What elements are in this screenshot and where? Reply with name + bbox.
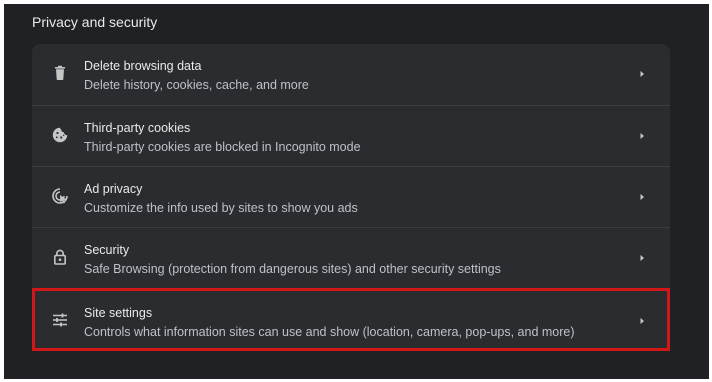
row-title: Delete browsing data	[84, 59, 202, 73]
row-subtitle: Third-party cookies are blocked in Incog…	[84, 140, 361, 154]
tune-icon	[51, 311, 69, 329]
row-title: Security	[84, 243, 130, 257]
ad-privacy-icon	[51, 187, 69, 205]
site-settings-row[interactable]: Site settings Controls what information …	[32, 288, 670, 350]
third-party-cookies-row[interactable]: Third-party cookies Third-party cookies …	[32, 105, 670, 165]
row-subtitle: Safe Browsing (protection from dangerous…	[84, 262, 501, 276]
row-title: Site settings	[84, 306, 153, 320]
row-title: Third-party cookies	[84, 121, 191, 135]
ad-privacy-row[interactable]: Ad privacy Customize the info used by si…	[32, 166, 670, 226]
row-subtitle: Controls what information sites can use …	[84, 325, 575, 339]
chevron-right-icon	[637, 130, 647, 142]
trash-icon	[51, 64, 69, 82]
privacy-security-panel: Privacy and security Delete browsing dat…	[4, 4, 709, 379]
cookie-icon	[51, 126, 69, 144]
section-title: Privacy and security	[32, 14, 158, 30]
row-subtitle: Customize the info used by sites to show…	[84, 201, 358, 215]
chevron-right-icon	[637, 315, 647, 327]
row-title: Ad privacy	[84, 182, 143, 196]
chevron-right-icon	[637, 191, 647, 203]
chevron-right-icon	[637, 252, 647, 264]
chevron-right-icon	[637, 68, 647, 80]
settings-card: Delete browsing data Delete history, coo…	[32, 44, 670, 350]
delete-browsing-data-row[interactable]: Delete browsing data Delete history, coo…	[32, 44, 670, 104]
lock-icon	[51, 248, 69, 266]
row-subtitle: Delete history, cookies, cache, and more	[84, 78, 309, 92]
security-row[interactable]: Security Safe Browsing (protection from …	[32, 227, 670, 287]
